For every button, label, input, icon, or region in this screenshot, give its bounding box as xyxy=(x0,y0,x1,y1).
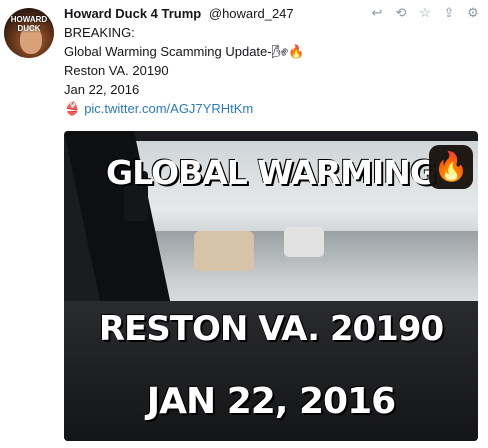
settings-icon[interactable]: ⚙ xyxy=(466,6,480,20)
tweet-body: BREAKING: Global Warming Scamming Update… xyxy=(64,23,304,118)
handle[interactable]: @howard_247 xyxy=(209,6,294,21)
avatar[interactable]: HOWARD DUCK xyxy=(4,8,54,58)
avatar-text: HOWARD DUCK xyxy=(10,15,48,33)
car xyxy=(284,227,324,257)
meme-caption-mid: RESTON VA. 20190 xyxy=(98,309,444,349)
link-emoji-icon: 👙 xyxy=(64,101,81,116)
meme-caption-bottom: JAN 22, 2016 xyxy=(146,381,396,422)
like-icon[interactable]: ☆ xyxy=(418,6,432,20)
tweet-header: Howard Duck 4 Trump @howard_247 xyxy=(64,6,294,22)
tweet-line: BREAKING: xyxy=(64,25,135,40)
retweet-icon[interactable]: ⟲ xyxy=(394,6,408,20)
fire-icon: 🔥 xyxy=(429,145,473,189)
tweet-line: Reston VA. 20190 xyxy=(64,63,169,78)
meme-caption-top: GLOBAL WARMING xyxy=(106,153,437,192)
tweet-actions: ↩ ⟲ ☆ ⇪ ⚙ xyxy=(370,6,480,20)
media-link-text[interactable]: pic.twitter.com/AGJ7YRHtKm xyxy=(84,101,253,116)
reply-icon[interactable]: ↩ xyxy=(370,6,384,20)
car xyxy=(194,231,254,271)
tweet-line: Global Warming Scamming Update-🌬🔥 xyxy=(64,44,305,59)
media-link[interactable]: 👙 pic.twitter.com/AGJ7YRHtKm xyxy=(64,99,304,118)
tweet-media[interactable]: GLOBAL WARMING 🔥 RESTON VA. 20190 JAN 22… xyxy=(64,131,478,441)
share-icon[interactable]: ⇪ xyxy=(442,6,456,20)
display-name[interactable]: Howard Duck 4 Trump xyxy=(64,6,201,21)
tweet-line: Jan 22, 2016 xyxy=(64,82,140,97)
